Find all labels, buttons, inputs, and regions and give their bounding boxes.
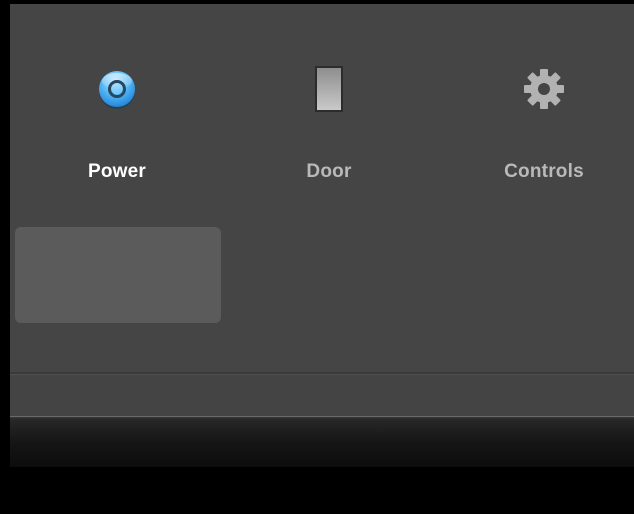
tab-power[interactable]: Power [12, 4, 222, 214]
tab-bar: Power Door Controls [10, 4, 634, 214]
app-window: Power Door Controls [10, 4, 634, 467]
status-strip [10, 375, 634, 416]
tab-label-power: Power [87, 161, 147, 182]
door-icon [305, 65, 353, 113]
bottom-bar [10, 416, 634, 467]
power-icon [93, 65, 141, 113]
selected-panel [15, 227, 221, 323]
tab-controls[interactable]: Controls [439, 4, 634, 214]
tab-label-door: Door [306, 161, 352, 182]
tab-label-controls: Controls [504, 161, 584, 182]
gear-icon [520, 65, 568, 113]
tab-door[interactable]: Door [224, 4, 434, 214]
